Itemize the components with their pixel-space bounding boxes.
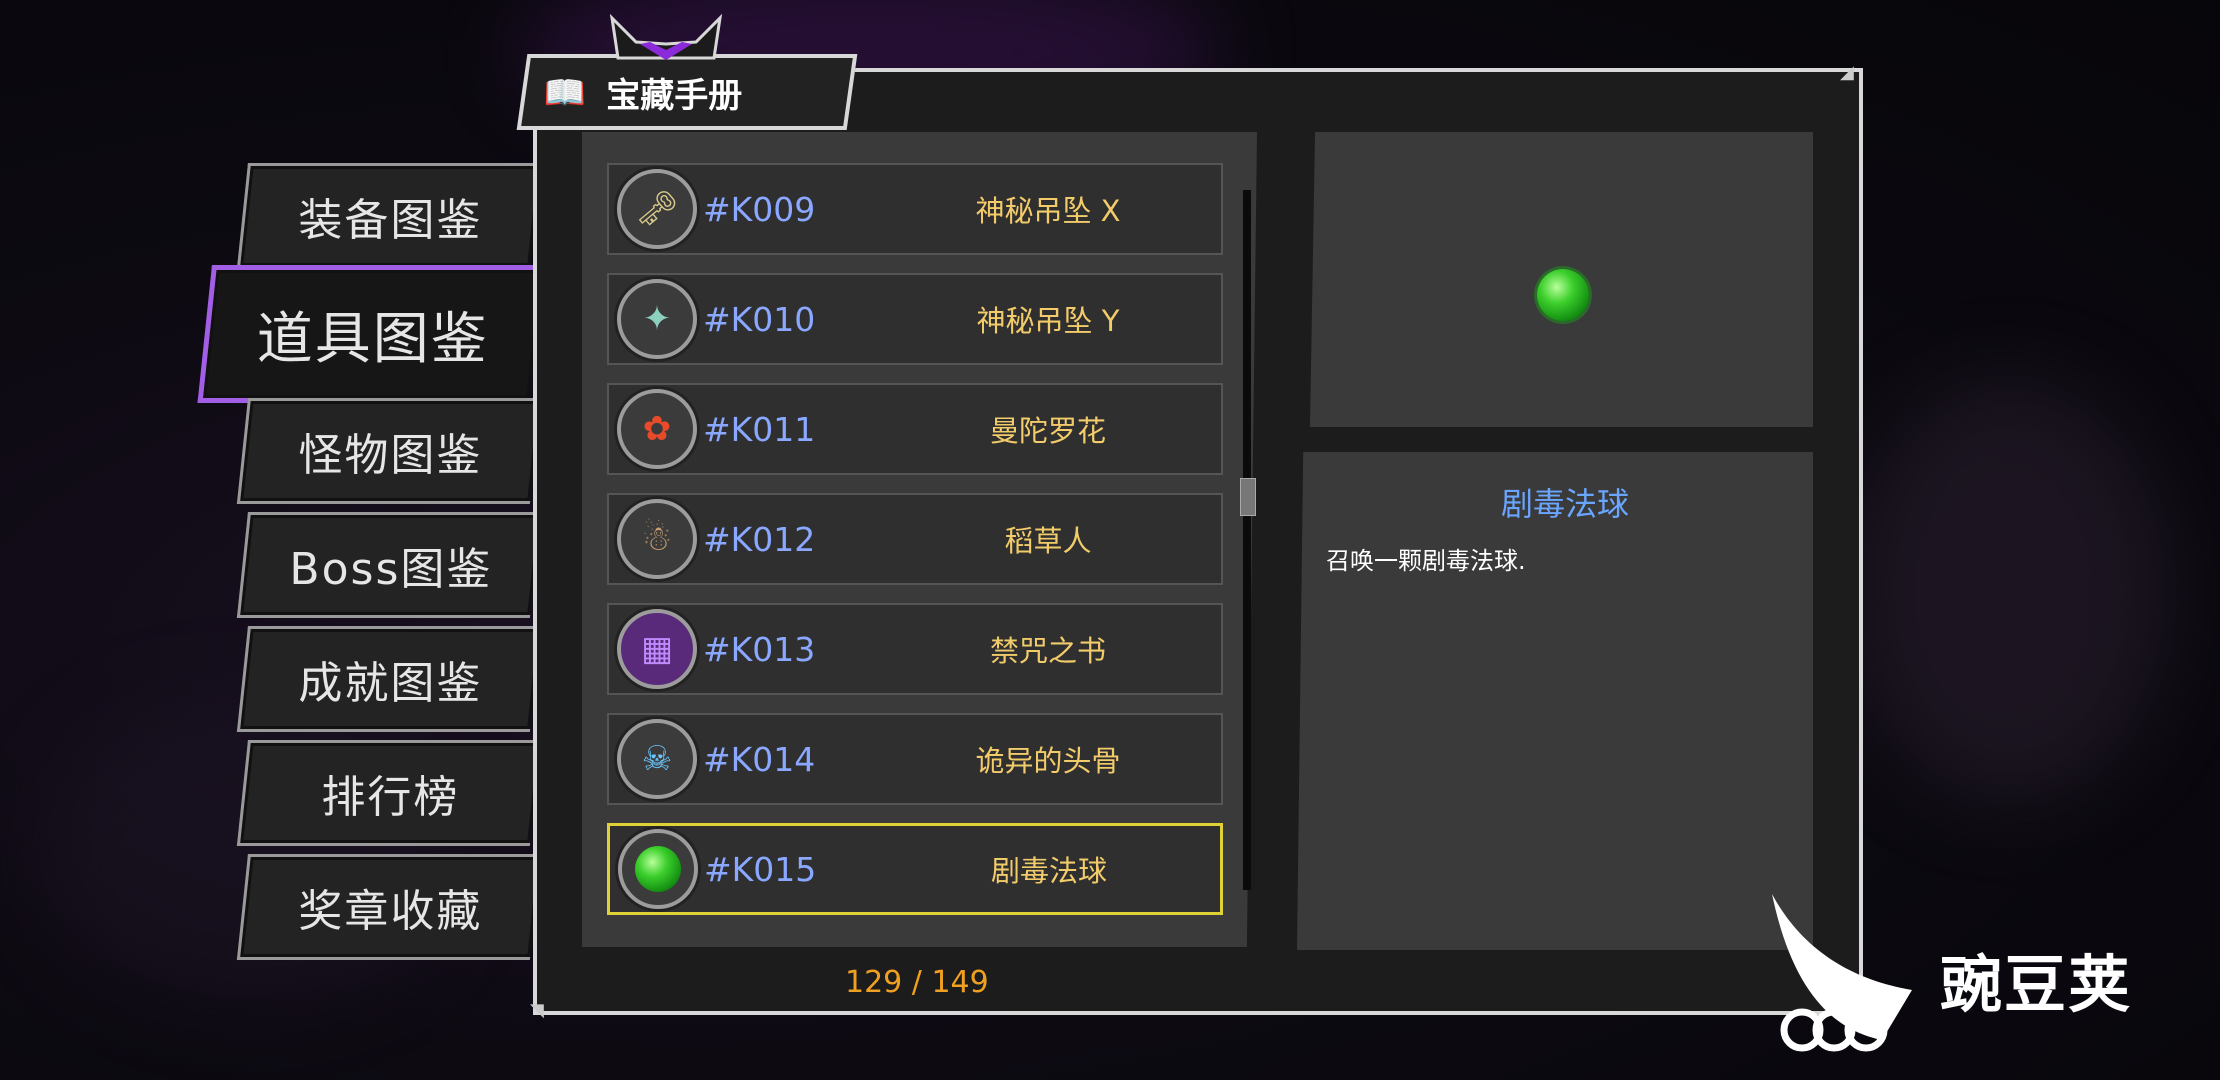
frame-corner-icon: ◢ — [1840, 62, 1854, 83]
collection-count: 129 / 149 — [845, 965, 989, 1000]
list-item-selected[interactable]: #K015 剧毒法球 — [607, 823, 1223, 915]
book-icon: ▦ — [617, 609, 697, 689]
watermark-text: 豌豆荚 — [1940, 948, 2133, 1021]
demon-horns-icon — [609, 14, 723, 60]
item-code: #K015 — [704, 849, 817, 889]
tab-label: 奖章收藏 — [298, 886, 483, 937]
tab-equipment[interactable]: 装备图鉴 — [236, 163, 541, 269]
item-code: #K013 — [703, 629, 816, 669]
item-name: 神秘吊坠 X — [975, 194, 1121, 228]
green-orb-icon — [1537, 269, 1589, 321]
item-detail-description: 召唤一颗剧毒法球. — [1326, 547, 1526, 575]
item-code: #K009 — [703, 189, 816, 229]
tab-label: 成就图鉴 — [298, 658, 483, 709]
background-glow — [1850, 380, 2170, 800]
frame-corner-icon: ◥ — [530, 1000, 544, 1021]
flower-icon: ✿ — [617, 389, 697, 469]
tab-boss[interactable]: Boss图鉴 — [236, 512, 541, 618]
item-name: 神秘吊坠 Y — [976, 304, 1120, 338]
list-item[interactable]: 🗝 #K009 神秘吊坠 X — [607, 163, 1223, 255]
tab-label: Boss图鉴 — [288, 544, 492, 595]
tab-leaderboard[interactable]: 排行榜 — [236, 740, 541, 846]
scarecrow-icon: ☃ — [617, 499, 697, 579]
item-name: 剧毒法球 — [990, 854, 1107, 888]
list-item[interactable]: ☃ #K012 稻草人 — [607, 493, 1223, 585]
tab-achievements[interactable]: 成就图鉴 — [236, 626, 541, 732]
list-item[interactable]: ✿ #K011 曼陀罗花 — [607, 383, 1223, 475]
tab-label: 道具图鉴 — [256, 306, 489, 372]
pea-pod-icon — [1772, 894, 1912, 1052]
item-description-panel — [1297, 452, 1813, 950]
tab-label: 装备图鉴 — [298, 195, 483, 246]
list-item[interactable]: ▦ #K013 禁咒之书 — [607, 603, 1223, 695]
watermark-logo: 豌豆荚 — [1762, 890, 2202, 1060]
tab-label: 排行榜 — [321, 772, 460, 823]
scrollbar-thumb[interactable] — [1240, 478, 1256, 516]
pendant-icon: ✦ — [617, 279, 697, 359]
item-detail-title: 剧毒法球 — [1500, 485, 1629, 523]
item-name: 稻草人 — [1004, 524, 1092, 558]
open-book-icon: 📖 — [544, 72, 587, 112]
list-item[interactable]: ☠ #K014 诡异的头骨 — [607, 713, 1223, 805]
item-name: 诡异的头骨 — [975, 744, 1121, 778]
tab-label: 怪物图鉴 — [298, 430, 483, 481]
list-item[interactable]: ✦ #K010 神秘吊坠 Y — [607, 273, 1223, 365]
skull-icon: ☠ — [617, 719, 697, 799]
item-name: 禁咒之书 — [989, 634, 1106, 668]
item-code: #K010 — [703, 299, 816, 339]
list-scrollbar[interactable] — [1243, 190, 1251, 890]
tab-items[interactable]: 道具图鉴 — [197, 265, 544, 403]
item-name: 曼陀罗花 — [989, 414, 1106, 448]
tab-monsters[interactable]: 怪物图鉴 — [236, 398, 541, 504]
green-orb-icon — [618, 829, 698, 909]
window-title: 宝藏手册 — [606, 75, 743, 116]
item-code: #K011 — [703, 409, 816, 449]
tab-medals[interactable]: 奖章收藏 — [236, 854, 541, 960]
item-code: #K012 — [703, 519, 816, 559]
pendant-icon: 🗝 — [617, 169, 697, 249]
item-code: #K014 — [703, 739, 816, 779]
